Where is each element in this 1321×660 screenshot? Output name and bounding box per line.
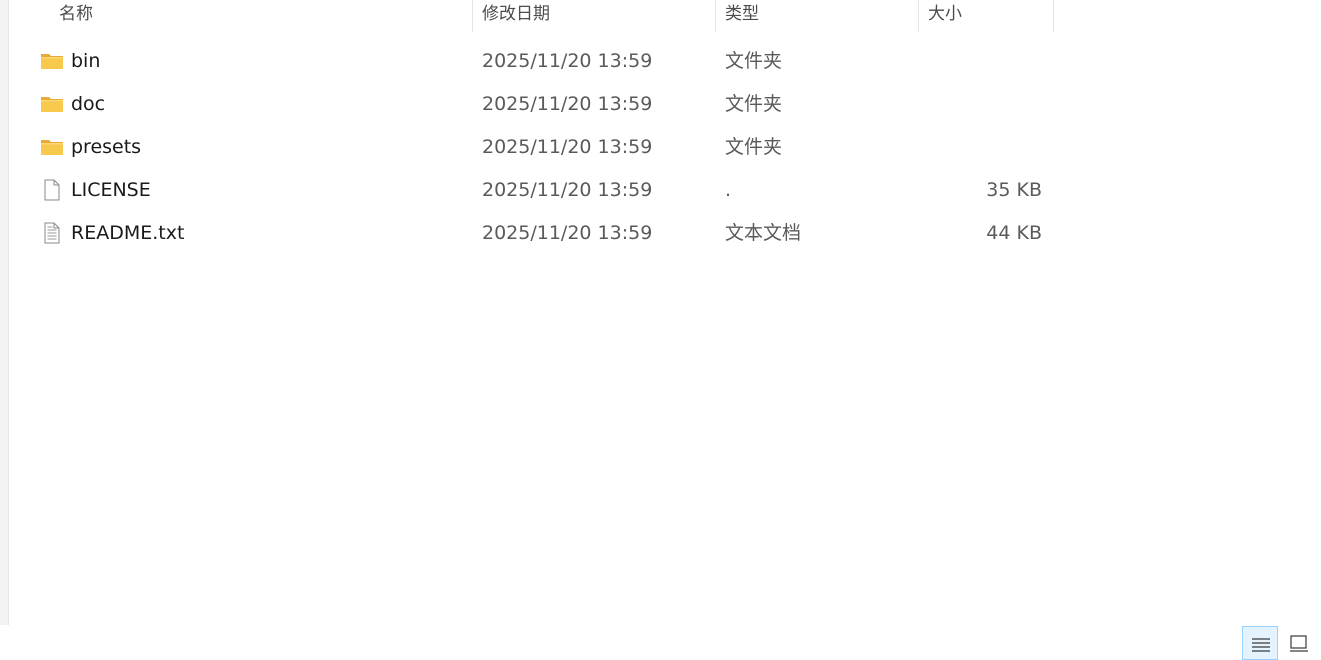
- file-type: 文件夹: [725, 93, 783, 115]
- file-type: 文件夹: [725, 50, 783, 72]
- file-row-readme[interactable]: README.txt 2025/11/20 13:59 文本文档 44 KB: [9, 212, 1049, 255]
- column-header-name[interactable]: 名称: [49, 0, 472, 32]
- file-size: [909, 126, 1042, 169]
- blank-file-icon: [40, 169, 66, 212]
- file-name: LICENSE: [71, 179, 151, 201]
- text-file-icon: [40, 212, 66, 255]
- folder-icon: [40, 83, 66, 126]
- column-header-size[interactable]: 大小: [918, 0, 1054, 32]
- details-view-button[interactable]: [1242, 626, 1278, 660]
- file-type: 文件夹: [725, 136, 783, 158]
- file-date-modified: 2025/11/20 13:59: [482, 222, 653, 244]
- large-icons-view-button[interactable]: [1281, 626, 1317, 660]
- navigation-pane-edge: [0, 0, 9, 625]
- folder-icon: [40, 126, 66, 169]
- file-date-modified: 2025/11/20 13:59: [482, 136, 653, 158]
- column-header-bar: 名称 修改日期 类型 大小: [9, 0, 1321, 32]
- file-date-modified: 2025/11/20 13:59: [482, 50, 653, 72]
- file-row-presets[interactable]: presets 2025/11/20 13:59 文件夹: [9, 126, 1049, 169]
- file-date-modified: 2025/11/20 13:59: [482, 93, 653, 115]
- file-row-bin[interactable]: bin 2025/11/20 13:59 文件夹: [9, 40, 1049, 83]
- column-header-type[interactable]: 类型: [715, 0, 918, 32]
- file-size: 35 KB: [986, 179, 1042, 201]
- file-name: README.txt: [71, 222, 185, 244]
- column-header-date-modified[interactable]: 修改日期: [472, 0, 715, 32]
- file-type: 文本文档: [725, 222, 802, 244]
- file-explorer-pane: 名称 修改日期 类型 大小 bin 2025/11/20 13:59 文件夹 d…: [0, 0, 1321, 660]
- file-size: [909, 40, 1042, 83]
- folder-icon: [40, 40, 66, 83]
- file-type: .: [725, 179, 732, 201]
- file-size: 44 KB: [986, 222, 1042, 244]
- file-row-license[interactable]: LICENSE 2025/11/20 13:59 . 35 KB: [9, 169, 1049, 212]
- file-list: bin 2025/11/20 13:59 文件夹 doc 2025/11/20 …: [9, 40, 1321, 255]
- file-name: presets: [71, 136, 142, 158]
- file-name: doc: [71, 93, 106, 115]
- file-row-doc[interactable]: doc 2025/11/20 13:59 文件夹: [9, 83, 1049, 126]
- status-bar: [0, 625, 1321, 660]
- file-name: bin: [71, 50, 101, 72]
- file-date-modified: 2025/11/20 13:59: [482, 179, 653, 201]
- file-size: [909, 83, 1042, 126]
